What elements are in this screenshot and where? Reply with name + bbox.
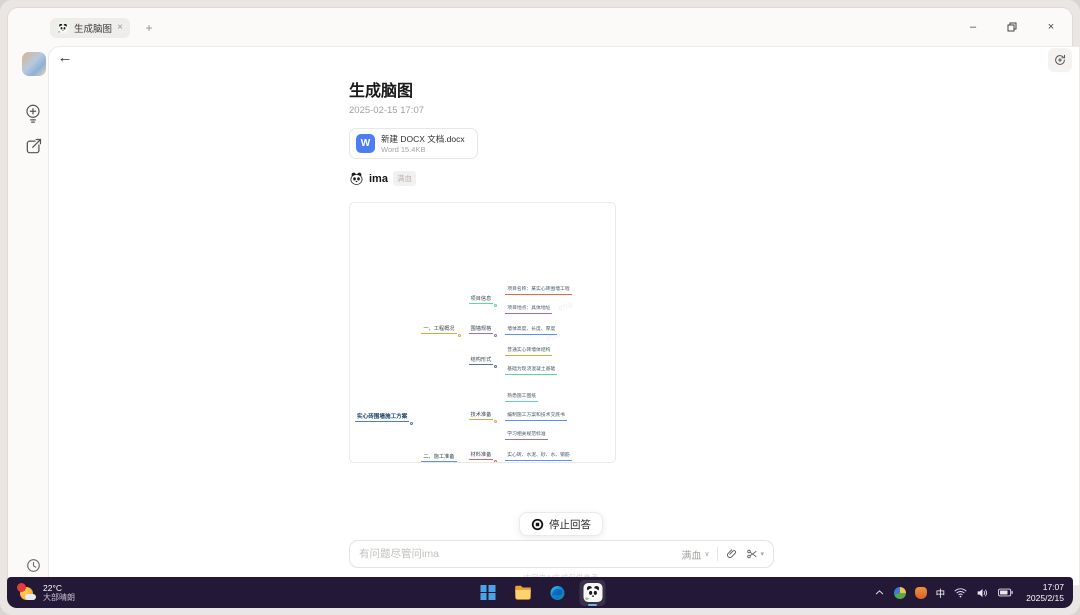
- model-selector[interactable]: 满血 ∨: [681, 547, 709, 562]
- edge-icon: [550, 585, 566, 601]
- screenshot-button[interactable]: ▾: [746, 548, 764, 560]
- mindmap-node: 项目信息: [469, 287, 494, 305]
- attachment-name: 新建 DOCX 文档.docx: [381, 134, 465, 145]
- tray-date: 2025/2/15: [1026, 593, 1064, 604]
- new-chat-button[interactable]: [1048, 48, 1072, 72]
- tray-ime-indicator[interactable]: 中: [936, 586, 946, 600]
- browser-tab[interactable]: 生成脑图 ×: [50, 18, 130, 38]
- battery-icon[interactable]: [998, 587, 1013, 598]
- mindmap-node: 围墙规格: [469, 317, 494, 335]
- back-button[interactable]: ←: [56, 48, 74, 66]
- mindmap-node: 结构形式: [469, 348, 494, 366]
- ima-panda-icon: [583, 583, 602, 602]
- sidebar-item-history[interactable]: [25, 557, 41, 573]
- stop-answer-label: 停止回答: [549, 517, 591, 532]
- tab-close-icon[interactable]: ×: [117, 23, 123, 33]
- restore-icon: [1007, 22, 1017, 32]
- close-button[interactable]: ×: [1044, 20, 1058, 34]
- chat-input[interactable]: [359, 548, 681, 560]
- chevron-down-icon: ▾: [760, 550, 764, 558]
- minimize-button[interactable]: –: [966, 20, 980, 34]
- sidebar-item-discover[interactable]: [23, 102, 43, 124]
- weather-alert-badge: [17, 583, 26, 592]
- mindmap-node: 二、施工准备: [421, 445, 456, 463]
- refresh-plus-icon: [1053, 53, 1067, 67]
- attachment-meta: Word 15.4KB: [381, 145, 465, 154]
- taskbar-clock[interactable]: 17:07 2025/2/15: [1026, 582, 1064, 603]
- mindmap-node: 材料准备: [469, 443, 494, 461]
- attach-button[interactable]: [726, 548, 738, 560]
- taskbar: 22°C 大部晴朗: [7, 577, 1073, 608]
- screen: 生成脑图 × + – ×: [0, 0, 1080, 615]
- word-file-icon: W: [356, 134, 375, 153]
- divider: [717, 547, 718, 561]
- mindmap-leaf: 项目地点：具体地址: [505, 296, 552, 314]
- scissors-icon: [746, 548, 758, 560]
- weather-temperature: 22°C: [43, 583, 75, 593]
- tray-time: 17:07: [1026, 582, 1064, 593]
- chat-input-bar: 满血 ∨ ▾: [349, 540, 774, 568]
- app-window: 生成脑图 × + – ×: [8, 8, 1072, 578]
- model-selector-label: 满血: [681, 547, 701, 562]
- model-badge: 满血: [393, 171, 416, 186]
- taskbar-start-button[interactable]: [475, 580, 501, 606]
- tab-title: 生成脑图: [74, 21, 112, 35]
- windows-logo-icon: [480, 585, 495, 600]
- mindmap-root: 实心砖围墙施工方案: [355, 405, 409, 423]
- new-tab-button[interactable]: +: [140, 18, 158, 38]
- compose-icon: [25, 138, 42, 155]
- paperclip-icon: [726, 548, 738, 560]
- mindmap-image[interactable]: 实心砖围墙施工方案 一、工程概况项目信息项目名称：某实心砖围墙工程项目地点：具体地…: [349, 202, 616, 463]
- chevron-down-icon: ∨: [704, 550, 709, 558]
- page-title: 生成脑图: [349, 77, 413, 101]
- ima-panda-icon: [349, 171, 364, 186]
- mindmap-leaf: 普通实心砖墙体结构: [505, 338, 552, 356]
- taskbar-ima-app[interactable]: [580, 580, 606, 606]
- lightbulb-plus-icon: [24, 103, 42, 124]
- restore-button[interactable]: [1005, 20, 1019, 34]
- tray-app-icon[interactable]: [894, 587, 906, 599]
- mindmap-node: 技术准备: [469, 403, 494, 421]
- timestamp: 2025-02-15 17:07: [349, 105, 424, 116]
- tray-app-icon[interactable]: [915, 587, 927, 599]
- mindmap-leaf: 实心砖、水泥、砂、水、钢筋: [505, 443, 571, 461]
- stop-icon: [531, 518, 544, 531]
- mindmap-leaf: 熟悉施工图纸: [505, 384, 538, 402]
- user-avatar[interactable]: [22, 52, 46, 76]
- mindmap-node: 一、工程概况: [421, 317, 456, 335]
- mindmap-leaf: 基础为现浇混凝土基础: [505, 357, 557, 375]
- mindmap-leaf: 编制施工方案和技术交底书: [505, 403, 567, 421]
- weather-condition: 大部晴朗: [43, 593, 75, 602]
- mindmap-leaf: 项目名称：某实心砖围墙工程: [505, 277, 571, 295]
- clock-icon: [26, 558, 41, 573]
- sidebar-item-new-note[interactable]: [24, 137, 42, 155]
- assistant-name: ima: [369, 173, 388, 185]
- folder-icon: [514, 585, 531, 600]
- tray-chevron-up-icon[interactable]: [874, 587, 885, 598]
- taskbar-edge-browser[interactable]: [545, 580, 571, 606]
- taskbar-file-explorer[interactable]: [510, 580, 536, 606]
- attachment-card[interactable]: W 新建 DOCX 文档.docx Word 15.4KB: [349, 128, 478, 159]
- volume-icon[interactable]: [976, 587, 989, 599]
- ima-panda-icon: [57, 22, 69, 34]
- taskbar-weather[interactable]: 22°C 大部晴朗: [17, 577, 75, 608]
- mindmap-leaf: 学习相关规范标准: [505, 422, 547, 440]
- weather-icon: [17, 583, 37, 603]
- stop-answer-button[interactable]: 停止回答: [519, 512, 603, 536]
- wifi-icon[interactable]: [954, 587, 967, 598]
